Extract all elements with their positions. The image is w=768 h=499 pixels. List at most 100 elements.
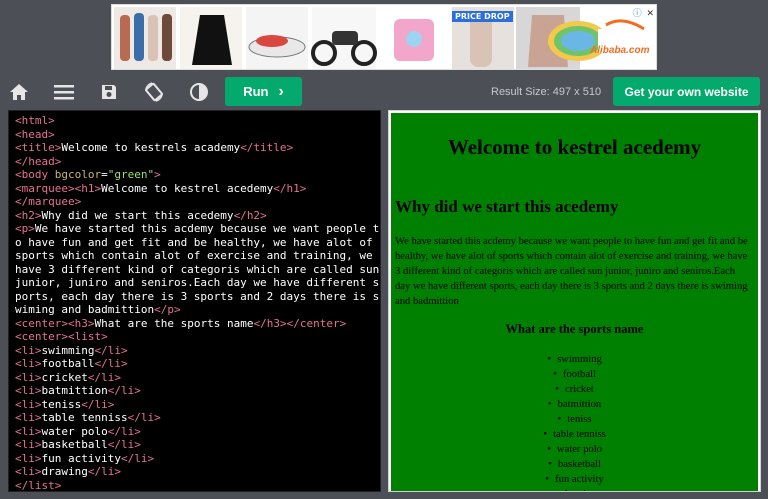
code-line: <li>swimming</li> [15, 344, 380, 358]
code-token: teniss [41, 397, 82, 411]
code-token: > [34, 411, 42, 424]
code-token: > [28, 222, 35, 235]
list-item: football [391, 367, 758, 382]
code-token: </ [233, 208, 247, 222]
get-your-own-website-button[interactable]: Get your own website [613, 77, 760, 106]
code-token: > [339, 316, 347, 330]
ad-banner-area: PRICE DROP Alibaba.com ⓘ ✕ [0, 0, 768, 74]
code-token: < [15, 127, 22, 141]
code-token: </ [107, 438, 121, 451]
result-panel: Welcome to kestrel acedemy Why did we st… [388, 110, 761, 492]
list-item: fun activity [391, 472, 758, 487]
code-token: li [120, 438, 135, 451]
code-token: </ [81, 397, 95, 411]
code-token: < [15, 370, 22, 384]
code-token: > [48, 127, 55, 141]
code-token: < [15, 465, 22, 478]
result-frame[interactable]: Welcome to kestrel acedemy Why did we st… [391, 113, 758, 491]
close-icon[interactable]: ✕ [646, 9, 654, 19]
contrast-icon[interactable] [184, 78, 214, 106]
result-size-text: Result Size: 497 x 510 [491, 86, 602, 98]
code-editor[interactable]: <html> <head> <title>Welcome to kestrels a… [8, 110, 381, 492]
code-line: <center><h3>What are the sports name</h3… [15, 317, 380, 331]
code-token: > [74, 195, 82, 208]
rotate-icon[interactable] [139, 78, 169, 106]
code-token: list [28, 478, 55, 492]
code-token: > [120, 343, 128, 357]
code-line: <head> [15, 128, 380, 142]
code-token: > [114, 370, 121, 384]
code-token: < [15, 343, 22, 357]
code-token: < [15, 181, 22, 195]
code-token: > [54, 154, 62, 168]
code-token: center [21, 330, 62, 343]
code-token: water polo [41, 424, 108, 438]
code-token: </ [15, 154, 29, 168]
code-token: html [21, 114, 49, 127]
code-token: > [34, 438, 42, 451]
ad-brand[interactable]: Alibaba.com [590, 45, 649, 56]
code-line: <li>batmittion</li> [15, 384, 380, 398]
code-token: li [21, 465, 35, 478]
code-token: Welcome to kestrels academy [61, 141, 241, 154]
result-heading-marquee: Welcome to kestrel acedemy [447, 135, 702, 159]
code-token: li [101, 370, 115, 384]
list-item: basketball [391, 457, 758, 472]
code-token: batmittion [41, 384, 108, 397]
code-token: > [34, 424, 42, 438]
code-token: > [154, 411, 161, 424]
code-token: list [74, 330, 102, 343]
code-line: <body bgcolor="green"> [15, 168, 380, 182]
code-token: > [87, 316, 95, 330]
code-token: > [134, 384, 141, 397]
code-token: < [15, 222, 22, 235]
code-token: li [21, 411, 35, 424]
code-token: </ [94, 357, 108, 370]
code-token: </ [120, 451, 135, 465]
code-token: Why did we start this acedemy [41, 208, 234, 222]
chevron-right-icon: › [278, 82, 284, 100]
code-token: drawing [41, 465, 88, 478]
ad-banner[interactable]: PRICE DROP Alibaba.com ⓘ ✕ [111, 4, 657, 70]
toolbar: Run › Result Size: 497 x 510 Get your ow… [0, 74, 768, 109]
code-token: > [120, 357, 128, 370]
price-drop-label: PRICE DROP [452, 11, 513, 22]
list-item: batmittion [391, 397, 758, 412]
code-token: </ [273, 181, 287, 195]
code-token: >< [61, 330, 75, 343]
code-line: <li>basketball</li> [15, 438, 380, 452]
code-token: h1 [81, 181, 95, 195]
info-icon[interactable]: ⓘ [633, 9, 642, 19]
code-token: li [21, 343, 35, 357]
save-icon[interactable] [94, 78, 124, 106]
home-icon[interactable] [4, 78, 34, 106]
code-line: <title>Welcome to kestrels academy</titl… [15, 141, 380, 155]
code-token: > [34, 370, 42, 384]
code-token: marquee [21, 181, 68, 195]
code-token: > [34, 343, 42, 357]
code-token: < [15, 114, 22, 127]
result-sports-list: swimmingfootballcricketbatmittiontenisst… [391, 352, 758, 491]
code-line: </marquee> [15, 195, 380, 209]
code-token: < [15, 208, 22, 222]
menu-icon[interactable] [49, 78, 79, 106]
code-token: > [34, 208, 42, 222]
ad-product-images[interactable] [112, 5, 657, 70]
code-token: > [134, 424, 141, 438]
code-token: body [21, 168, 55, 181]
code-token: center [21, 316, 62, 330]
code-token: > [48, 114, 55, 127]
code-token: h3 [266, 316, 280, 330]
code-token: < [15, 411, 22, 424]
code-token: Welcome to kestrel acedemy [101, 181, 274, 195]
code-token: </ [15, 195, 29, 208]
code-token: football [41, 357, 95, 370]
code-token: < [15, 397, 22, 411]
code-token: What are the sports name [94, 316, 254, 330]
code-token: </ [94, 343, 108, 357]
list-item: cricket [391, 382, 758, 397]
run-button[interactable]: Run › [225, 77, 302, 106]
code-token: </ [253, 316, 267, 330]
code-token: li [107, 357, 121, 370]
code-token: > [34, 384, 42, 397]
